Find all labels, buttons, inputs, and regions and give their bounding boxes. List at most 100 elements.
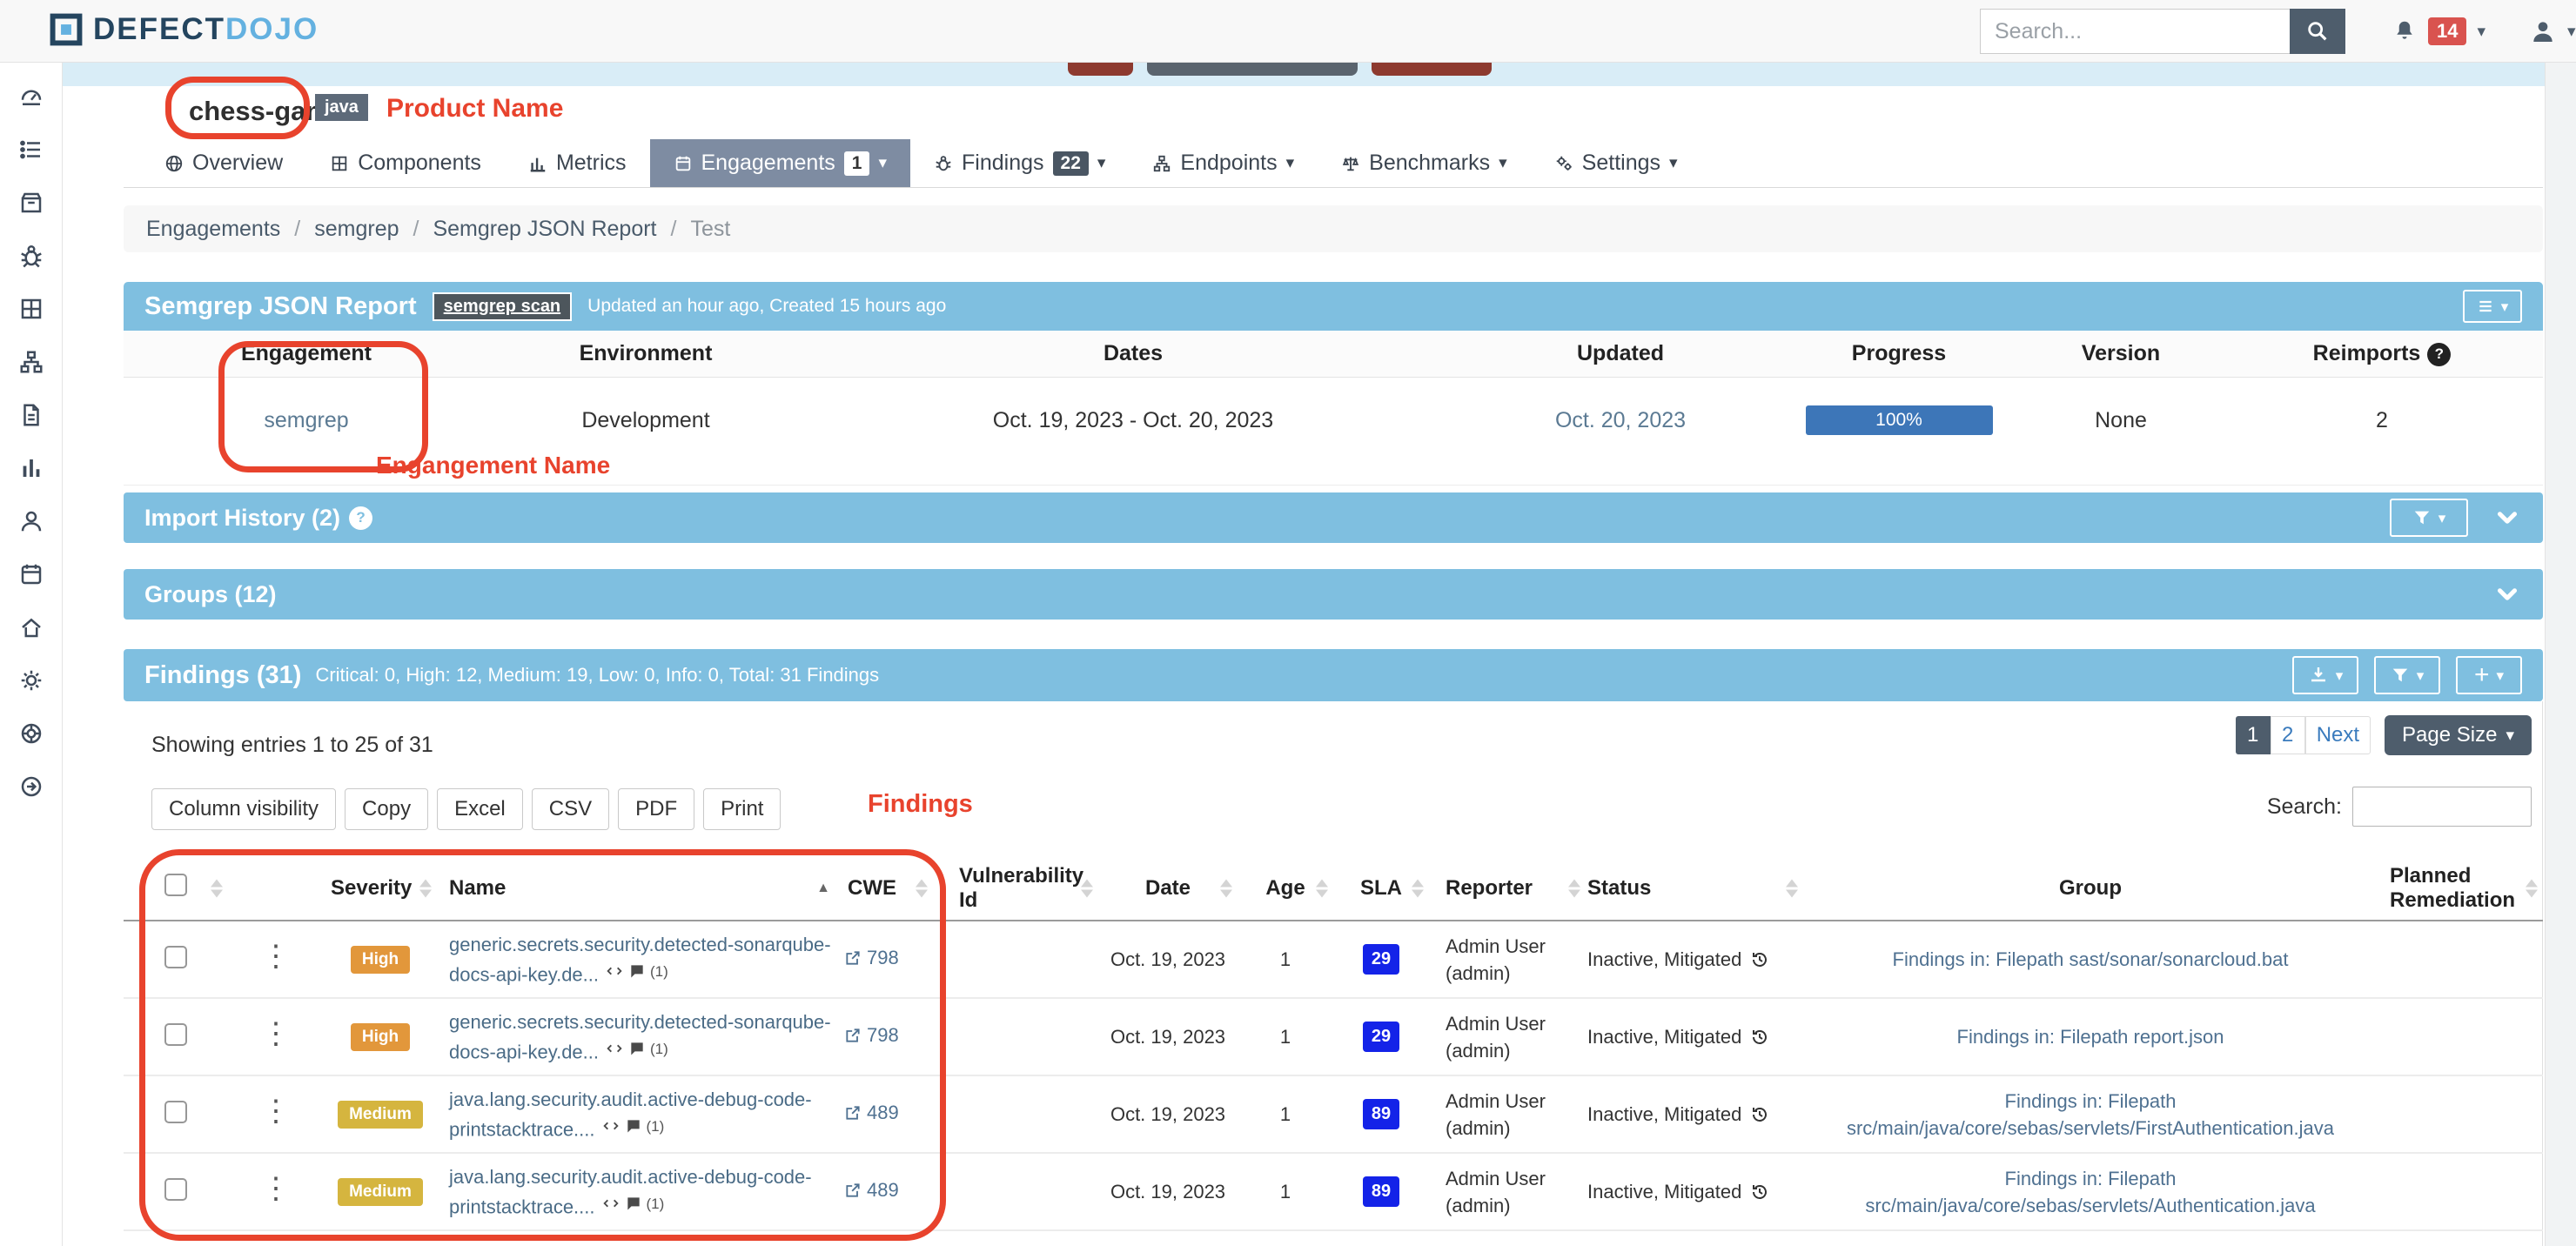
row-actions-kebab-icon[interactable]: ⋮ xyxy=(261,1017,291,1050)
groups-collapse-chevron-icon[interactable] xyxy=(2492,579,2522,609)
sort-icon[interactable] xyxy=(1786,879,1798,897)
table-search-input[interactable] xyxy=(2352,787,2532,827)
sort-icon[interactable] xyxy=(419,879,432,897)
select-all-checkbox[interactable] xyxy=(164,874,187,896)
pagination-page-2[interactable]: 2 xyxy=(2271,716,2305,754)
tab-benchmarks[interactable]: Benchmarks ▾ xyxy=(1318,139,1531,187)
copy-button[interactable]: Copy xyxy=(345,788,428,830)
sort-icon[interactable] xyxy=(916,879,928,897)
row-actions-kebab-icon[interactable]: ⋮ xyxy=(261,1172,291,1205)
engagement-link[interactable]: semgrep xyxy=(264,408,348,432)
sort-icon[interactable] xyxy=(1568,879,1580,897)
header-age[interactable]: Age xyxy=(1238,856,1333,921)
sidebar-training-icon[interactable] xyxy=(0,600,62,653)
sidebar-users-icon[interactable] xyxy=(0,494,62,547)
user-icon[interactable] xyxy=(2529,17,2557,45)
findings-add-button[interactable]: + ▾ xyxy=(2456,656,2522,694)
notifications-caret-icon[interactable]: ▾ xyxy=(2477,23,2485,40)
test-menu-button[interactable]: ▾ xyxy=(2463,290,2522,323)
header-reporter[interactable]: Reporter xyxy=(1429,856,1586,921)
cwe-link[interactable]: 489 xyxy=(844,1102,899,1124)
question-circle-icon[interactable]: ? xyxy=(349,506,372,530)
row-checkbox[interactable] xyxy=(164,1101,187,1123)
excel-button[interactable]: Excel xyxy=(437,788,523,830)
sidebar-endpoints-sitemap-icon[interactable] xyxy=(0,335,62,388)
group-link[interactable]: Findings in: Filepath sast/sonar/sonarcl… xyxy=(1893,948,2289,970)
header-group[interactable]: Group xyxy=(1803,856,2378,921)
sort-icon[interactable] xyxy=(1081,879,1093,897)
header-severity[interactable]: Severity xyxy=(324,856,437,921)
column-visibility-button[interactable]: Column visibility xyxy=(151,788,336,830)
global-search-input[interactable] xyxy=(1980,9,2290,54)
history-icon[interactable] xyxy=(1749,949,1770,970)
header-cwe[interactable]: CWE xyxy=(837,856,933,921)
groups-section-bar[interactable]: Groups (12) xyxy=(124,569,2543,620)
header-sla[interactable]: SLA xyxy=(1333,856,1429,921)
group-link[interactable]: Findings in: Filepathsrc/main/java/core/… xyxy=(1865,1168,2315,1216)
sort-icon[interactable] xyxy=(2526,879,2538,897)
import-history-filter-button[interactable]: ▾ xyxy=(2390,499,2468,537)
defectdojo-logo[interactable]: DEFECTDOJO xyxy=(50,12,319,47)
sidebar-reports-icon[interactable] xyxy=(0,388,62,441)
finding-name-link[interactable]: java.lang.security.audit.active-debug-co… xyxy=(449,1086,830,1143)
sort-ascending-icon[interactable]: ▲ xyxy=(816,881,830,896)
bell-icon[interactable] xyxy=(2392,18,2418,44)
sort-icon[interactable] xyxy=(1220,879,1232,897)
header-date[interactable]: Date xyxy=(1098,856,1238,921)
row-actions-kebab-icon[interactable]: ⋮ xyxy=(261,1095,291,1128)
sort-icon[interactable] xyxy=(1412,879,1424,897)
tab-overview[interactable]: Overview xyxy=(141,139,306,187)
scan-type-badge[interactable]: semgrep scan xyxy=(433,292,573,321)
sort-icon[interactable] xyxy=(1316,879,1328,897)
sidebar-calendar-icon[interactable] xyxy=(0,547,62,600)
header-name[interactable]: Name▲ xyxy=(437,856,837,921)
sidebar-configuration-gear-icon[interactable] xyxy=(0,653,62,707)
sidebar-products-icon[interactable] xyxy=(0,176,62,229)
finding-name-link[interactable]: generic.secrets.security.detected-sonarq… xyxy=(449,1008,830,1066)
csv-button[interactable]: CSV xyxy=(532,788,609,830)
notification-count-badge[interactable]: 14 xyxy=(2428,17,2466,45)
row-checkbox[interactable] xyxy=(164,946,187,968)
findings-filter-button[interactable]: ▾ xyxy=(2374,656,2440,694)
tab-engagements[interactable]: Engagements 1 ▾ xyxy=(650,139,911,187)
pagination-next[interactable]: Next xyxy=(2305,716,2371,754)
print-button[interactable]: Print xyxy=(703,788,781,830)
group-link[interactable]: Findings in: Filepathsrc/main/java/core/… xyxy=(1847,1090,2334,1139)
header-planned-remediation[interactable]: Planned Remediation xyxy=(2378,856,2543,921)
tab-metrics[interactable]: Metrics xyxy=(505,139,650,187)
row-checkbox[interactable] xyxy=(164,1178,187,1201)
group-link[interactable]: Findings in: Filepath report.json xyxy=(1957,1026,2224,1048)
tab-settings[interactable]: Settings ▾ xyxy=(1531,139,1701,187)
row-actions-kebab-icon[interactable]: ⋮ xyxy=(261,940,291,973)
cwe-link[interactable]: 489 xyxy=(844,1179,899,1202)
sidebar-components-icon[interactable] xyxy=(0,282,62,335)
header-status[interactable]: Status xyxy=(1586,856,1803,921)
cwe-link[interactable]: 798 xyxy=(844,1024,899,1047)
question-circle-icon[interactable]: ? xyxy=(2427,343,2451,366)
sort-icon[interactable] xyxy=(211,879,223,897)
history-icon[interactable] xyxy=(1749,1104,1770,1125)
scrollbar-gutter[interactable] xyxy=(2545,63,2576,1246)
breadcrumb-report[interactable]: Semgrep JSON Report xyxy=(433,217,656,242)
pdf-button[interactable]: PDF xyxy=(618,788,694,830)
sidebar-findings-bug-icon[interactable] xyxy=(0,229,62,282)
user-menu-caret-icon[interactable]: ▾ xyxy=(2567,23,2576,40)
row-checkbox[interactable] xyxy=(164,1023,187,1046)
import-history-section-bar[interactable]: Import History (2) ? ▾ xyxy=(124,492,2543,543)
cwe-link[interactable]: 798 xyxy=(844,947,899,969)
findings-download-button[interactable]: ▾ xyxy=(2292,656,2358,694)
sidebar-metrics-icon[interactable] xyxy=(0,441,62,494)
pagination-page-1[interactable]: 1 xyxy=(2236,716,2271,754)
history-icon[interactable] xyxy=(1749,1027,1770,1048)
updated-link[interactable]: Oct. 20, 2023 xyxy=(1555,408,1686,432)
sidebar-logout-icon[interactable] xyxy=(0,760,62,813)
header-vulnerability-id[interactable]: Vulnerability Id xyxy=(933,856,1098,921)
finding-name-link[interactable]: java.lang.security.audit.active-debug-co… xyxy=(449,1163,830,1221)
tab-endpoints[interactable]: Endpoints ▾ xyxy=(1129,139,1318,187)
tab-findings[interactable]: Findings 22 ▾ xyxy=(910,139,1129,187)
finding-name-link[interactable]: generic.secrets.security.detected-sonarq… xyxy=(449,931,830,988)
sidebar-dashboard-icon[interactable] xyxy=(0,70,62,123)
breadcrumb-semgrep[interactable]: semgrep xyxy=(314,217,399,242)
search-button[interactable] xyxy=(2290,9,2345,54)
page-size-button[interactable]: Page Size ▾ xyxy=(2385,715,2532,755)
